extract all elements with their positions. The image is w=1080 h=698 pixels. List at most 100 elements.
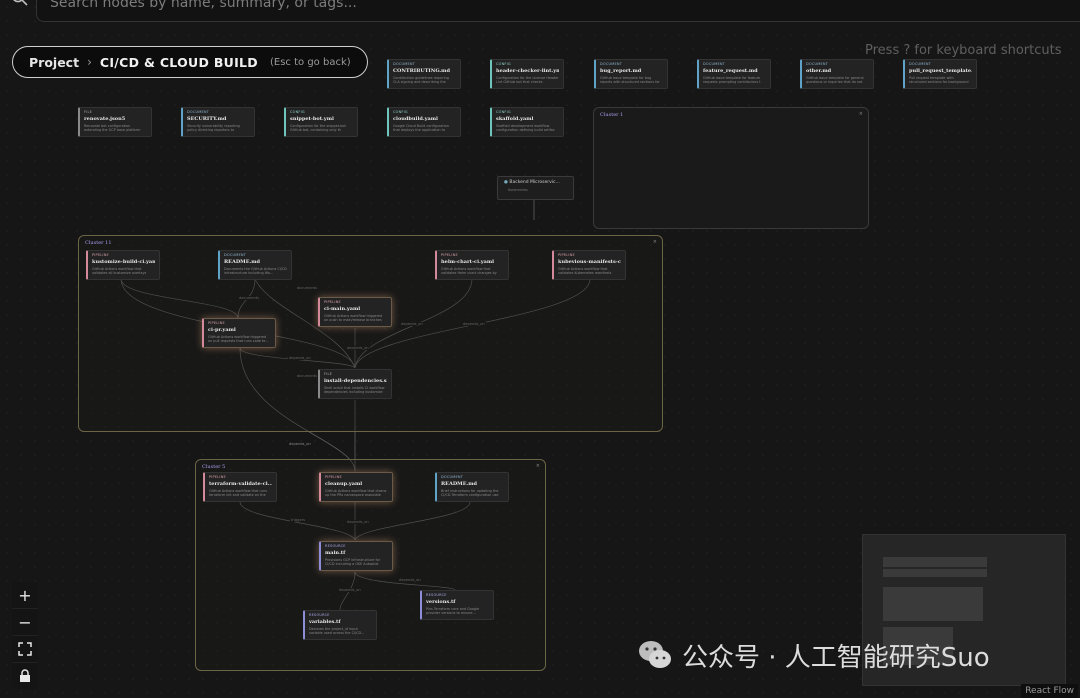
node-name: skaffold.yaml: [496, 116, 534, 122]
node-type: PIPELINE: [325, 475, 342, 479]
node-name: bug_report.md: [600, 68, 642, 74]
breadcrumb-hint: (Esc to go back): [270, 56, 351, 68]
node-name: ci-pr.yaml: [208, 327, 236, 333]
chevron-right-icon: ›: [87, 55, 92, 69]
node-type: CONFIG: [496, 62, 511, 66]
breadcrumb-project[interactable]: Project: [29, 55, 79, 70]
graph-node[interactable]: DOCUMENT bug_report.md GitHub issue temp…: [594, 59, 668, 89]
node-type: CONFIG: [496, 110, 511, 114]
close-icon[interactable]: ×: [536, 463, 540, 469]
graph-node[interactable]: PIPELINE cleanup.yaml GitHub Actions wor…: [319, 472, 393, 502]
node-desc: GitHub Actions workflow triggered on pul…: [208, 335, 269, 344]
node-desc: GitHub issue template for feature reques…: [703, 76, 761, 85]
node-type: FILE: [324, 372, 333, 376]
breadcrumb-current: CI/CD & CLOUD BUILD: [99, 54, 258, 70]
node-desc: Declares the project_id input variable u…: [309, 627, 365, 636]
node-type: RESOURCE: [309, 613, 330, 617]
node-type: DOCUMENT: [393, 62, 416, 66]
watermark-text: 公众号 · 人工智能研究Suo: [682, 642, 990, 673]
node-name: terraform-validate-ci...: [209, 481, 272, 487]
node-type: DOCUMENT: [224, 253, 247, 257]
node-desc: GitHub Actions workflow that validates K…: [558, 267, 612, 276]
graph-node[interactable]: DOCUMENT CONTRIBUTING.md Contribution gu…: [387, 59, 461, 89]
node-name: SECURITY.md: [187, 116, 227, 122]
graph-node[interactable]: CONFIG cloudbuild.yaml Google Cloud Buil…: [387, 107, 461, 137]
node-type: PIPELINE: [558, 253, 575, 257]
node-name: helm-chart-ci.yaml: [441, 259, 495, 265]
graph-node[interactable]: CONFIG skaffold.yaml Skaffold developmen…: [490, 107, 564, 137]
node-desc: GitHub Actions workflow that validates a…: [92, 267, 147, 276]
node-name: cleanup.yaml: [325, 481, 363, 487]
node-type: DOCUMENT: [806, 62, 829, 66]
backend-node[interactable]: ● Backend Microservic... Kubernetes: [497, 176, 574, 200]
fit-view-button[interactable]: [12, 636, 38, 663]
cluster-1[interactable]: Cluster 1 ×: [593, 107, 869, 229]
node-desc: GitHub issue template for general questi…: [806, 76, 864, 85]
watermark: 公众号 · 人工智能研究Suo: [636, 636, 990, 674]
node-desc: Provisions GCP infrastructure for CI/CD …: [325, 558, 381, 567]
node-desc: Contribution guidelines requiring CLA si…: [393, 76, 449, 85]
graph-node[interactable]: RESOURCE versions.tf Pins Terraform core…: [420, 590, 494, 620]
node-name: feature_request.md: [703, 68, 758, 74]
graph-node[interactable]: PIPELINE kustomize-build-ci.yaml GitHub …: [86, 250, 160, 280]
graph-node[interactable]: PIPELINE terraform-validate-ci... GitHub…: [203, 472, 277, 502]
graph-node[interactable]: DOCUMENT pull_request_template.md Pull r…: [903, 59, 977, 89]
breadcrumb[interactable]: Project › CI/CD & CLOUD BUILD (Esc to go…: [12, 46, 368, 78]
node-type: RESOURCE: [325, 544, 346, 548]
cluster-label: Cluster 5: [202, 464, 226, 470]
attribution-link[interactable]: React Flow: [1021, 684, 1078, 698]
search-icon: [13, 0, 28, 6]
node-name: README.md: [224, 259, 261, 265]
node-desc: Shell script that installs CI workflow d…: [324, 386, 385, 395]
close-icon[interactable]: ×: [653, 239, 657, 245]
close-icon[interactable]: ×: [859, 111, 863, 117]
node-desc: GitHub Actions workflow triggered on pus…: [324, 314, 383, 323]
graph-node[interactable]: CONFIG snippet-bot.yml Configuration for…: [284, 107, 358, 137]
node-name: snippet-bot.yml: [290, 116, 334, 122]
graph-node[interactable]: PIPELINE helm-chart-ci.yaml GitHub Actio…: [435, 250, 509, 280]
node-desc: Configuration for the snippet-bot GitHub…: [290, 124, 346, 133]
node-type: PIPELINE: [441, 253, 458, 257]
node-desc: Pull request template with structured se…: [909, 76, 969, 85]
node-desc: Renovate bot configuration extending the…: [84, 124, 141, 133]
graph-node[interactable]: PIPELINE kubevious-manifests-ci... GitHu…: [552, 250, 626, 280]
node-type: DOCUMENT: [441, 475, 464, 479]
node-desc: Google Cloud Build configuration that de…: [393, 124, 449, 133]
zoom-in-button[interactable]: +: [12, 582, 38, 609]
graph-node[interactable]: FILE install-dependencies.sh Shell scrip…: [318, 369, 392, 399]
node-desc: Documents the GitHub Actions CI/CD infra…: [224, 267, 287, 276]
lock-button[interactable]: [12, 663, 38, 689]
graph-node[interactable]: DOCUMENT README.md Brief instructions fo…: [435, 472, 509, 502]
graph-node[interactable]: PIPELINE ci-main.yaml GitHub Actions wor…: [318, 297, 392, 327]
graph-node[interactable]: FILE renovate.json5 Renovate bot configu…: [78, 107, 152, 137]
node-name: renovate.json5: [84, 116, 126, 122]
graph-node[interactable]: DOCUMENT feature_request.md GitHub issue…: [697, 59, 771, 89]
node-desc: GitHub Actions workflow that validates H…: [441, 267, 497, 276]
graph-node[interactable]: CONFIG header-checker-lint.yml Configura…: [490, 59, 564, 89]
graph-node[interactable]: DOCUMENT other.md GitHub issue template …: [800, 59, 874, 89]
node-name: versions.tf: [426, 599, 456, 605]
node-name: main.tf: [325, 550, 346, 556]
zoom-controls: + −: [12, 582, 38, 689]
backend-node-name: Backend Microservic...: [509, 180, 560, 185]
node-type: PIPELINE: [209, 475, 226, 479]
node-name: kustomize-build-ci.yaml: [92, 259, 155, 265]
node-type: CONFIG: [393, 110, 408, 114]
graph-node[interactable]: PIPELINE ci-pr.yaml GitHub Actions workf…: [202, 318, 276, 348]
node-name: variables.tf: [309, 619, 341, 625]
graph-node[interactable]: RESOURCE main.tf Provisions GCP infrastr…: [319, 541, 393, 571]
node-type: PIPELINE: [324, 300, 341, 304]
node-desc: GitHub Actions workflow that cleans up t…: [325, 489, 387, 498]
node-desc: GitHub Actions workflow that runs terraf…: [209, 489, 267, 498]
graph-node[interactable]: RESOURCE variables.tf Declares the proje…: [303, 610, 377, 640]
node-type: PIPELINE: [92, 253, 109, 257]
node-name: cloudbuild.yaml: [393, 116, 438, 122]
search-input[interactable]: [48, 0, 752, 18]
node-name: install-dependencies.sh: [324, 378, 387, 384]
graph-node[interactable]: DOCUMENT SECURITY.md Security vulnerabil…: [181, 107, 255, 137]
zoom-out-button[interactable]: −: [12, 609, 38, 636]
node-type: DOCUMENT: [703, 62, 726, 66]
graph-node[interactable]: DOCUMENT README.md Documents the GitHub …: [218, 250, 292, 280]
node-type: DOCUMENT: [187, 110, 210, 114]
node-desc: Brief instructions for updating the CI/C…: [441, 489, 499, 498]
